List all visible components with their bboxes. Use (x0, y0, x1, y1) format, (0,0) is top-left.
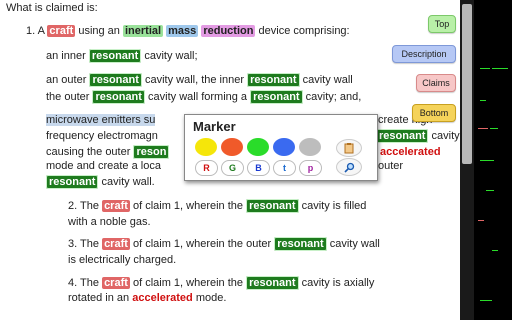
highlight-inertial[interactable]: inertial (122, 25, 164, 37)
scroll-thumb[interactable] (462, 4, 472, 164)
overview-mark (480, 68, 490, 69)
color-swatch-green[interactable] (247, 138, 269, 156)
highlight-craft[interactable]: craft (47, 25, 76, 37)
claim-1-line-7: causing the outer reson (46, 145, 170, 159)
claim-1-line-3: an outer resonant cavity wall, the inner… (46, 73, 353, 87)
highlight-mass[interactable]: mass (166, 25, 199, 37)
claim-1-line-8: mode and create a loca (46, 160, 161, 172)
text-color-green-button[interactable]: G (221, 160, 244, 176)
claim-1-line-6-end: resonant cavity (376, 129, 460, 143)
clipboard-button[interactable] (336, 139, 362, 157)
highlight-accelerated[interactable]: accelerated (380, 146, 441, 158)
text-color-t-button[interactable]: t (273, 160, 296, 176)
claim-4-line-1: 4. The craft of claim 1, wherein the res… (68, 276, 375, 290)
highlight-resonant[interactable]: resonant (376, 129, 429, 143)
text-color-blue-button[interactable]: B (247, 160, 270, 176)
highlight-accelerated[interactable]: accelerated (132, 292, 193, 304)
search-icon (343, 162, 354, 173)
claim-1-line-1: 1. A craft using an inertial mass reduct… (26, 25, 350, 37)
claim-2-line-2: with a noble gas. (68, 216, 151, 228)
overview-mark (492, 68, 508, 69)
highlight-resonant[interactable]: resonant (89, 73, 142, 87)
highlight-craft[interactable]: craft (102, 238, 130, 250)
color-swatch-gray[interactable] (299, 138, 321, 156)
claim-2-line-1: 2. The craft of claim 1, wherein the res… (68, 199, 367, 213)
claim-1-line-4: the outer resonant cavity wall forming a… (46, 90, 362, 104)
overview-mark (492, 250, 498, 251)
bottom-button[interactable]: Bottom (412, 104, 456, 122)
marker-panel: Marker R G B t p (184, 114, 378, 181)
marker-title: Marker (193, 119, 236, 134)
highlight-reduction[interactable]: reduction (201, 25, 256, 37)
overview-mark (486, 190, 494, 191)
highlight-craft[interactable]: craft (102, 277, 130, 289)
highlight-resonant[interactable]: resonant (247, 73, 300, 87)
highlight-resonant[interactable]: reson (133, 145, 170, 159)
clipboard-icon (344, 143, 354, 154)
overview-mark (480, 300, 492, 301)
highlight-resonant[interactable]: resonant (46, 175, 99, 189)
claim-4-line-2: rotated in an accelerated mode. (68, 292, 227, 304)
overview-mark (490, 128, 498, 129)
text-color-p-button[interactable]: p (299, 160, 322, 176)
claim-1-line-8-end: outer (378, 160, 404, 172)
claim-1-line-9: resonant cavity wall. (46, 175, 155, 189)
highlight-resonant[interactable]: resonant (92, 90, 145, 104)
text-color-red-button[interactable]: R (195, 160, 218, 176)
highlight-resonant[interactable]: resonant (88, 49, 142, 63)
color-swatch-blue[interactable] (273, 138, 295, 156)
top-button[interactable]: Top (428, 15, 456, 33)
overview-mark (478, 220, 484, 221)
claim-1-line-6: frequency electromagn (46, 130, 158, 142)
claim-1-line-5: microwave emitters su (46, 114, 156, 126)
highlight-resonant[interactable]: resonant (246, 199, 299, 213)
claim-3-line-2: is electrically charged. (68, 254, 177, 266)
highlight-craft[interactable]: craft (102, 200, 130, 212)
claim-3-line-1: 3. The craft of claim 1, wherein the out… (68, 237, 380, 251)
search-button[interactable] (336, 158, 362, 176)
overview-mark (480, 100, 486, 101)
highlight-resonant[interactable]: resonant (274, 237, 327, 251)
description-button[interactable]: Description (392, 45, 456, 63)
selected-text[interactable]: microwave emitters su (46, 114, 156, 126)
color-swatch-yellow[interactable] (195, 138, 217, 156)
claim-1-line-2: an inner resonant cavity wall; (46, 49, 198, 63)
highlight-resonant[interactable]: resonant (250, 90, 303, 104)
overview-mark (478, 128, 488, 129)
color-swatch-orange[interactable] (221, 138, 243, 156)
claims-heading: What is claimed is: (6, 2, 98, 14)
overview-mark (480, 160, 494, 161)
highlight-resonant[interactable]: resonant (246, 276, 299, 290)
claims-button[interactable]: Claims (416, 74, 456, 92)
